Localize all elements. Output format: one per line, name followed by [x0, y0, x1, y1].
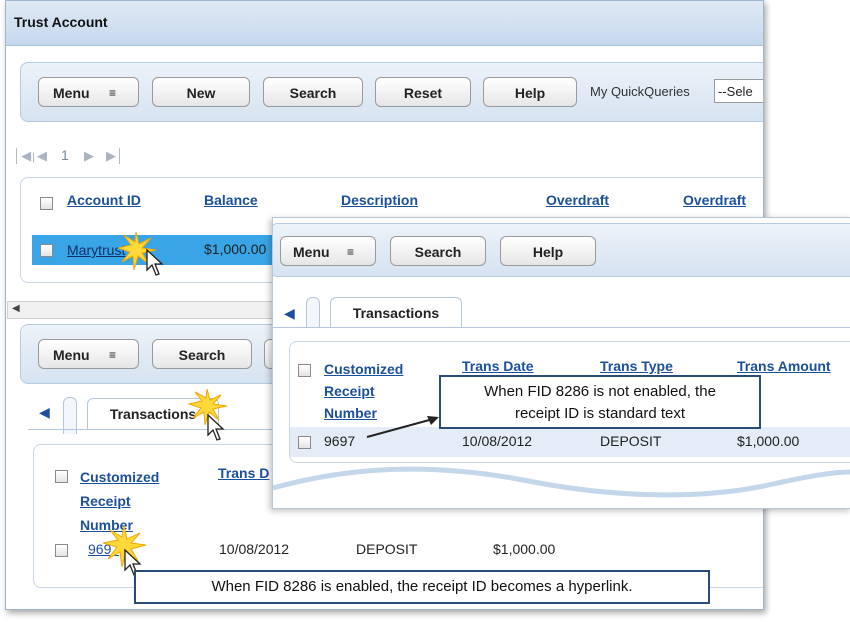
- select-all-checkbox[interactable]: [40, 197, 53, 210]
- menu-button-2[interactable]: Menu ≡: [38, 339, 139, 369]
- inset-menu-button[interactable]: Menu ≡: [280, 236, 376, 266]
- col-overdraft[interactable]: Overdraft: [546, 192, 609, 208]
- tab-transactions-label: Transactions: [109, 406, 197, 422]
- inset-receipt-text: 9697: [324, 433, 356, 449]
- inset-tab-label: Transactions: [352, 305, 440, 321]
- first-page-icon[interactable]: │◀: [13, 148, 31, 164]
- menu-button[interactable]: Menu ≡: [38, 77, 139, 107]
- tab-divider: [273, 327, 850, 328]
- quickqueries-select[interactable]: --Sele: [714, 79, 763, 103]
- col-receipt-line-1: Customized: [80, 469, 160, 485]
- window-title: Trust Account: [14, 14, 108, 30]
- search-button-2[interactable]: Search: [152, 339, 252, 369]
- callout-enabled: When FID 8286 is enabled, the receipt ID…: [134, 570, 710, 604]
- trans-date-value: 10/08/2012: [219, 541, 290, 557]
- inset-col-receipt-line-2: Receipt: [324, 383, 375, 399]
- mouse-pointer-icon: [207, 413, 225, 441]
- horizontal-scrollbar[interactable]: ◀: [7, 301, 299, 319]
- inset-col-trans-date[interactable]: Trans Date: [462, 358, 534, 374]
- prev-page-icon[interactable]: ◀: [37, 148, 47, 164]
- tab-scroll-left-icon[interactable]: ◀: [39, 404, 50, 421]
- row-checkbox[interactable]: [40, 244, 53, 257]
- trans-amount-value: $1,000.00: [493, 541, 556, 557]
- select-all-checkbox[interactable]: [55, 470, 68, 483]
- tab-edge: [306, 297, 320, 328]
- inset-panel: Menu ≡ Search Help ◀ Transactions Custom…: [272, 217, 850, 509]
- next-page-icon[interactable]: ▶: [84, 148, 94, 164]
- arrow-icon: [366, 416, 439, 438]
- reset-button[interactable]: Reset: [375, 77, 471, 107]
- callout-not-enabled-line-2: receipt ID is standard text: [514, 405, 686, 422]
- col-account-id[interactable]: Account ID: [67, 192, 141, 208]
- inset-menu-label: Menu: [293, 244, 330, 260]
- inset-col-trans-type[interactable]: Trans Type: [600, 358, 673, 374]
- col-overdraft-2[interactable]: Overdraft: [683, 192, 746, 208]
- inset-toolbar: Menu ≡ Search Help: [273, 223, 850, 277]
- menu-lines-icon: ≡: [109, 86, 117, 100]
- inset-trans-type-value: DEPOSIT: [600, 433, 662, 449]
- main-toolbar: Menu ≡ New Search Reset Help My QuickQue…: [20, 62, 763, 122]
- trans-type-value: DEPOSIT: [356, 541, 418, 557]
- torn-edge: [273, 466, 850, 508]
- last-page-icon[interactable]: ▶│: [106, 148, 124, 164]
- inset-trans-amount-value: $1,000.00: [737, 433, 800, 449]
- inset-tab-transactions[interactable]: Transactions: [330, 297, 462, 328]
- menu-lines-icon: ≡: [109, 348, 117, 362]
- col-description[interactable]: Description: [341, 192, 418, 208]
- callout-not-enabled: When FID 8286 is not enabled, the receip…: [439, 375, 761, 429]
- account-id-link[interactable]: Marytrust: [67, 242, 125, 258]
- select-all-checkbox[interactable]: [298, 364, 311, 377]
- inset-trans-date-value: 10/08/2012: [462, 433, 533, 449]
- page-number[interactable]: 1: [61, 147, 69, 163]
- search-button[interactable]: Search: [263, 77, 363, 107]
- window-titlebar: Trust Account: [6, 1, 763, 46]
- menu-label-2: Menu: [53, 347, 90, 363]
- col-trans-date-partial[interactable]: Trans D: [218, 465, 269, 481]
- col-receipt-line-2: Receipt: [80, 493, 131, 509]
- scroll-left-icon[interactable]: ◀: [12, 303, 20, 314]
- menu-label: Menu: [53, 85, 90, 101]
- tab-scroll-left-icon[interactable]: ◀: [284, 305, 295, 322]
- inset-col-receipt-line-1: Customized: [324, 361, 404, 377]
- new-button[interactable]: New: [152, 77, 250, 107]
- quickqueries-label: My QuickQueries: [590, 84, 690, 99]
- balance-value: $1,000.00: [204, 241, 267, 257]
- callout-not-enabled-line-1: When FID 8286 is not enabled, the: [484, 383, 716, 400]
- mouse-pointer-icon: [146, 248, 164, 276]
- col-balance[interactable]: Balance: [204, 192, 258, 208]
- row-checkbox[interactable]: [55, 544, 68, 557]
- row-checkbox[interactable]: [298, 436, 311, 449]
- inset-col-trans-amount[interactable]: Trans Amount: [737, 358, 831, 374]
- menu-lines-icon: ≡: [347, 245, 355, 259]
- inset-search-button[interactable]: Search: [390, 236, 486, 266]
- help-button[interactable]: Help: [483, 77, 577, 107]
- inset-help-button[interactable]: Help: [500, 236, 596, 266]
